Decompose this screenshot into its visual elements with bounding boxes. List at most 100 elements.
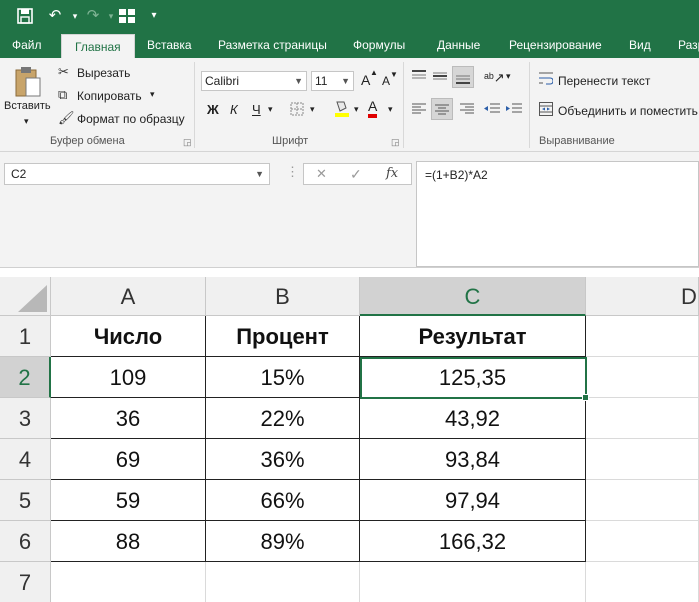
merge-center-icon[interactable] [539,102,553,120]
column-header-b[interactable]: B [206,277,360,316]
tab-review[interactable]: Рецензирование [509,32,602,58]
cell-c5[interactable]: 97,94 [360,480,586,521]
orientation-dropdown-icon[interactable]: ▾ [506,71,511,82]
italic-button[interactable]: К [230,102,238,117]
tab-page-layout[interactable]: Разметка страницы [218,32,327,58]
undo-icon[interactable]: ↶ [44,5,66,27]
cell-c1[interactable]: Результат [360,316,586,357]
row-header-4[interactable]: 4 [0,439,51,480]
bold-button[interactable]: Ж [207,102,219,117]
save-icon[interactable] [14,5,36,27]
cell-d6[interactable] [586,521,699,562]
cell-b4[interactable]: 36% [206,439,360,480]
align-left-icon[interactable] [412,103,426,119]
font-name-select[interactable]: Calibri ▼ [201,71,307,91]
underline-dropdown-icon[interactable]: ▾ [268,104,273,115]
tab-file[interactable]: Файл [12,32,42,58]
wrap-text-button[interactable]: Перенести текст [558,74,650,88]
cell-d4[interactable] [586,439,699,480]
cell-b6[interactable]: 89% [206,521,360,562]
cell-a7[interactable] [51,562,206,602]
name-box[interactable]: C2 ▼ [4,163,270,185]
row-header-2[interactable]: 2 [0,357,51,398]
align-middle-icon[interactable] [433,70,447,86]
cell-b7[interactable] [206,562,360,602]
cell-d1[interactable] [586,316,699,357]
cell-c7[interactable] [360,562,586,602]
copy-icon[interactable]: ⧉ [58,87,67,103]
cell-d7[interactable] [586,562,699,602]
cell-b1[interactable]: Процент [206,316,360,357]
font-color-button[interactable]: A [368,98,378,118]
cell-c2[interactable]: 125,35 [360,357,586,398]
cell-a4[interactable]: 69 [51,439,206,480]
paste-button[interactable]: Вставить [4,100,51,112]
insert-function-icon[interactable]: fx [386,166,398,181]
paste-icon[interactable] [14,66,42,103]
orientation-icon[interactable]: ᵃᵇ↗ [484,70,505,86]
fill-handle[interactable] [582,394,589,401]
tab-data[interactable]: Данные [437,32,480,58]
cell-a5[interactable]: 59 [51,480,206,521]
cell-d3[interactable] [586,398,699,439]
customize-icon[interactable]: ▾ [143,5,165,27]
tab-home[interactable]: Главная [61,34,135,58]
cancel-icon[interactable]: ✕ [316,166,327,182]
font-launcher-icon[interactable]: ◲ [391,137,400,148]
align-right-icon[interactable] [460,103,474,119]
font-color-dropdown-icon[interactable]: ▾ [388,104,393,115]
shrink-font-button[interactable]: A [382,74,390,88]
cell-c4[interactable]: 93,84 [360,439,586,480]
clipboard-launcher-icon[interactable]: ◲ [183,137,192,148]
wrap-text-icon[interactable] [539,72,554,89]
row-header-7[interactable]: 7 [0,562,51,602]
paste-dropdown-icon[interactable]: ▾ [24,116,29,127]
cell-b3[interactable]: 22% [206,398,360,439]
increase-indent-icon[interactable] [506,103,522,119]
align-center-icon[interactable] [431,98,453,120]
grow-font-button[interactable]: A [361,72,370,88]
align-top-icon[interactable] [412,70,426,86]
tab-view[interactable]: Вид [629,32,651,58]
row-header-5[interactable]: 5 [0,480,51,521]
align-bottom-icon[interactable] [452,66,474,88]
cell-b2[interactable]: 15% [206,357,360,398]
font-size-select[interactable]: 11 ▼ [311,71,354,91]
scissors-icon[interactable]: ✂ [58,64,69,80]
tab-formulas[interactable]: Формулы [353,32,405,58]
cell-a3[interactable]: 36 [51,398,206,439]
tab-insert[interactable]: Вставка [147,32,192,58]
cell-a2[interactable]: 109 [51,357,206,398]
fill-color-dropdown-icon[interactable]: ▾ [354,104,359,115]
row-header-6[interactable]: 6 [0,521,51,562]
copy-button[interactable]: Копировать [77,89,142,103]
underline-button[interactable]: Ч [252,102,261,117]
format-painter-button[interactable]: Формат по образцу [77,112,185,126]
borders-dropdown-icon[interactable]: ▾ [310,104,315,115]
column-header-c[interactable]: C [360,277,586,316]
decrease-indent-icon[interactable] [484,103,500,119]
select-all-button[interactable] [0,277,51,316]
cell-a1[interactable]: Число [51,316,206,357]
format-painter-icon[interactable]: 🖌 [58,110,75,126]
column-header-d[interactable]: D [586,277,699,316]
cell-d5[interactable] [586,480,699,521]
formula-input[interactable]: =(1+B2)*A2 [416,161,699,267]
cut-button[interactable]: Вырезать [77,66,130,80]
merge-center-button[interactable]: Объединить и поместить [558,104,698,118]
cell-a6[interactable]: 88 [51,521,206,562]
borders-icon[interactable] [290,102,304,120]
enter-icon[interactable]: ✓ [350,166,362,183]
fill-color-icon[interactable] [334,99,350,121]
cell-c3[interactable]: 43,92 [360,398,586,439]
cell-d2[interactable] [586,357,699,398]
cell-c6[interactable]: 166,32 [360,521,586,562]
row-header-1[interactable]: 1 [0,316,51,357]
cell-b5[interactable]: 66% [206,480,360,521]
copy-dropdown-icon[interactable]: ▾ [150,89,155,100]
form-icon[interactable] [116,5,138,27]
row-header-3[interactable]: 3 [0,398,51,439]
column-header-a[interactable]: A [51,277,206,316]
drag-handle-icon[interactable]: ⋮ [286,164,299,180]
tab-developer[interactable]: Разр [678,32,699,58]
